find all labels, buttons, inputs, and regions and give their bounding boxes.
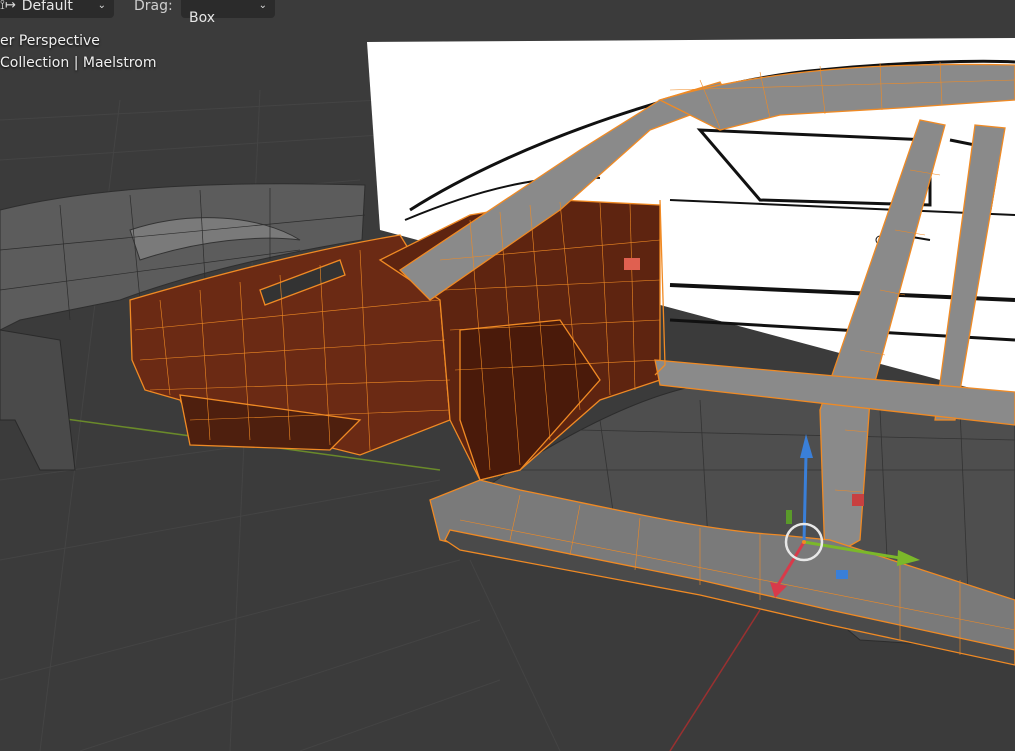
drag-label: Drag:	[134, 0, 173, 14]
collection-info: Collection | Maelstrom	[0, 55, 157, 71]
transform-pivot-icon: ⟟↦	[0, 0, 16, 13]
transform-orientation-value: Default	[21, 0, 73, 14]
drag-mode-dropdown[interactable]: Select Box ⌄	[181, 0, 275, 26]
origin-point	[802, 540, 806, 544]
transform-orientation-dropdown[interactable]: ⟟↦ Default ⌄	[0, 0, 114, 18]
view-name: er Perspective	[0, 33, 100, 49]
xy-plane-handle	[836, 570, 848, 579]
3d-viewport[interactable]: ⟟↦ Default ⌄ Drag: Select Box ⌄ er Persp…	[0, 0, 1015, 751]
marker-face	[624, 258, 640, 270]
drag-mode-value: Select Box	[189, 0, 232, 26]
viewport-scene[interactable]	[0, 0, 1015, 751]
chevron-down-icon: ⌄	[258, 0, 267, 11]
chevron-down-icon: ⌄	[97, 0, 106, 11]
xz-plane-handle	[852, 494, 864, 506]
x-axis-line	[669, 609, 761, 751]
yz-plane-handle	[786, 510, 792, 524]
